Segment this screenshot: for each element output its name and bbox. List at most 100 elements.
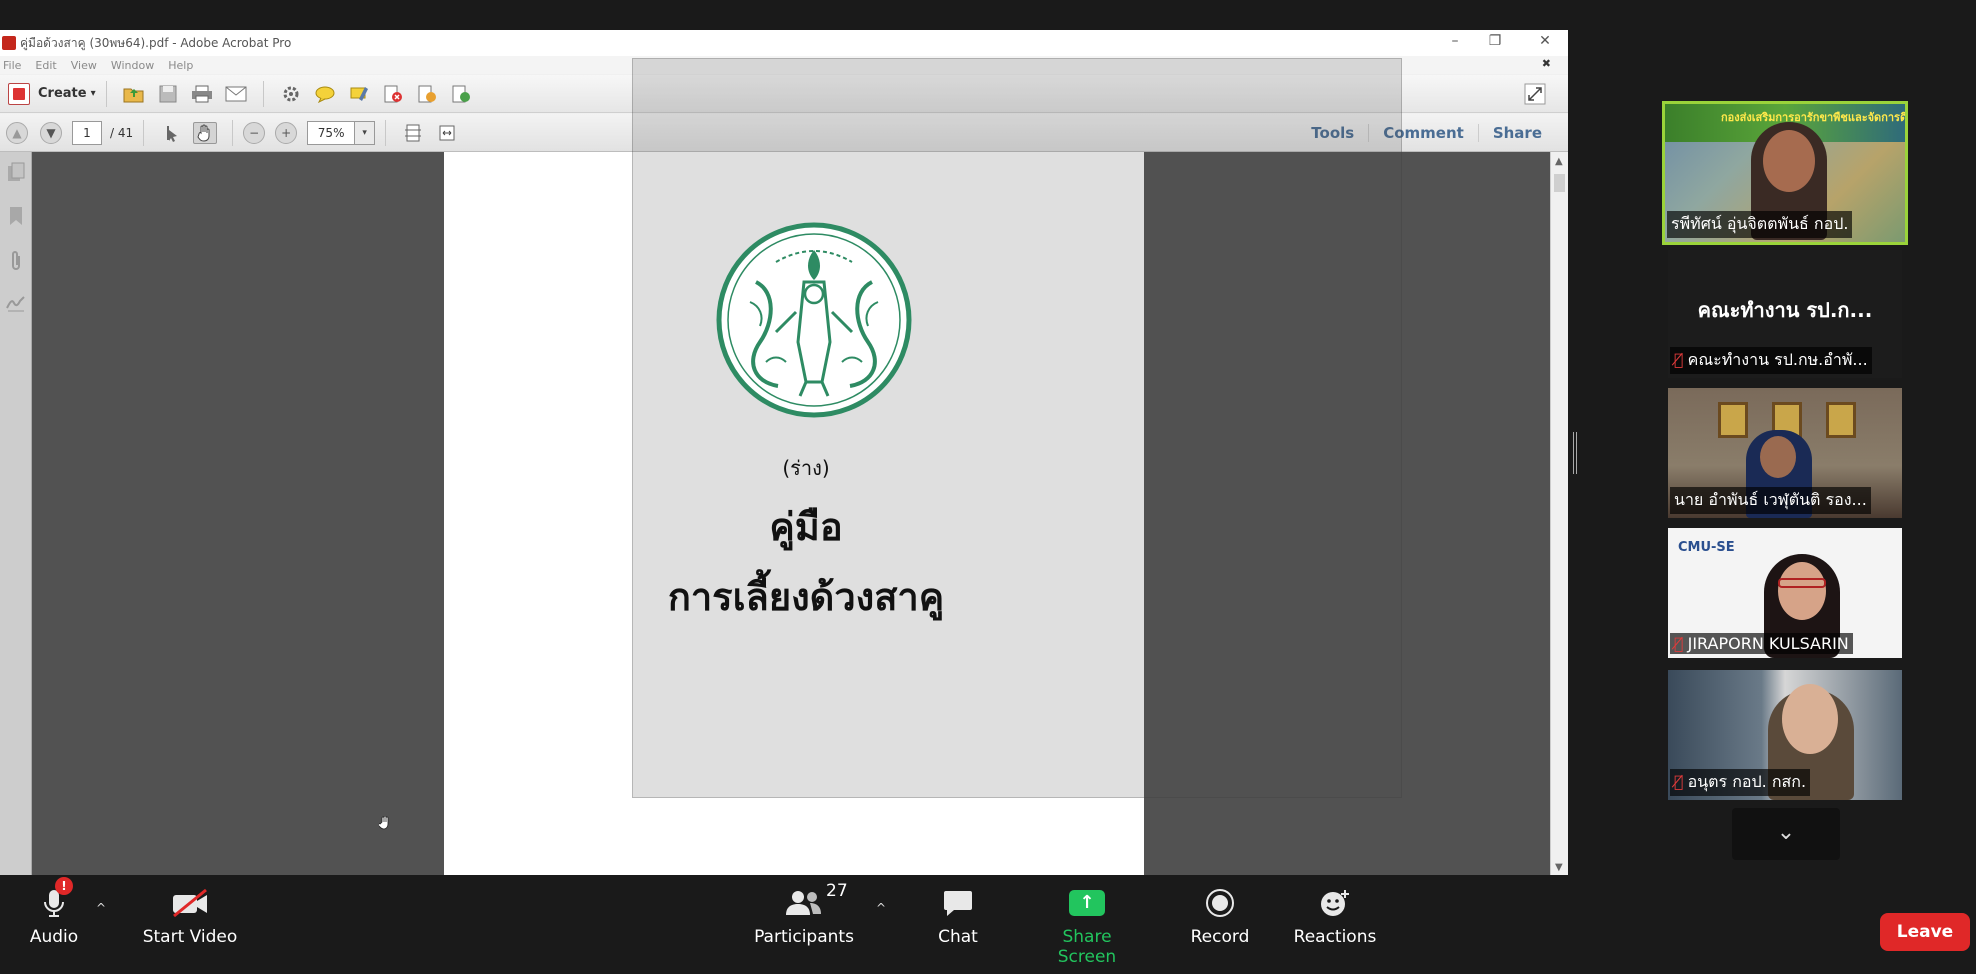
microphone-icon [18,881,90,925]
save-icon[interactable] [156,83,180,105]
record-circle-icon [1180,881,1260,925]
scroll-down-arrow-icon[interactable]: ▼ [1555,862,1563,873]
toolbar-divider [143,119,145,146]
share-screen-label: Share Screen [1057,927,1117,967]
document-scrollbar[interactable]: ▲ ▼ [1550,152,1568,875]
export-pages-icon[interactable] [449,83,473,105]
toolbar-divider [262,80,264,107]
print-icon[interactable] [190,83,214,105]
create-label: Create [38,86,87,101]
video-tile[interactable]: CMU-SE 🎙̸ JIRAPORN KULSARIN [1668,528,1902,658]
page-number-input[interactable]: 1 [72,120,102,145]
cmu-se-logo: CMU-SE [1678,540,1735,555]
chevron-down-icon: ▾ [90,88,96,99]
zoom-dropdown-chevron-icon[interactable]: ▾ [355,120,376,145]
menu-file[interactable]: File [3,59,21,72]
menu-help[interactable]: Help [168,59,193,72]
hand-tool-icon[interactable] [193,121,218,144]
participant-name: 🎙̸ คณะทำงาน รป.กษ.อำพั... [1670,347,1872,374]
highlight-icon[interactable] [347,83,371,105]
start-video-button[interactable]: Start Video [140,881,240,947]
muted-mic-icon: 🎙̸ [1674,350,1684,369]
reactions-button[interactable]: Reactions [1290,881,1380,947]
zoom-out-icon[interactable]: − [243,121,266,144]
share-pane-link[interactable]: Share [1477,124,1556,142]
video-tile[interactable]: คณะทำงาน รป.ก... 🎙̸ คณะทำงาน รป.กษ.อำพั..… [1668,250,1902,378]
select-text-cursor-icon[interactable] [159,122,183,144]
create-button[interactable]: Create ▾ [8,82,96,105]
settings-gear-icon[interactable] [279,83,303,105]
participant-face [1763,130,1815,192]
participant-face [1778,562,1826,620]
remove-pages-icon[interactable] [381,83,405,105]
video-off-icon [140,881,240,925]
gallery-scroll-down-chevron-icon[interactable]: ⌄ [1732,808,1840,860]
previous-page-icon[interactable]: ▲ [6,121,28,144]
participant-name: รพีทัศน์ อุ่นจิตตพันธ์ กอป. [1667,211,1853,238]
leave-meeting-button[interactable]: Leave [1880,913,1970,951]
close-document-icon[interactable]: ✖ [1542,57,1551,70]
toolbar-divider [105,80,107,107]
fit-width-icon[interactable] [435,122,459,144]
expand-fullscreen-icon[interactable] [1523,83,1547,105]
menu-edit[interactable]: Edit [35,59,56,72]
toolbar-divider [232,119,234,146]
share-screen-button[interactable]: ↑ Share Screen [1032,881,1142,967]
email-icon[interactable] [224,83,248,105]
record-label: Record [1190,927,1250,947]
participant-name-text: รพีทัศน์ อุ่นจิตตพันธ์ กอป. [1671,214,1849,233]
participant-name: นาย อำพันธ์ เวฬุตันติ รอง... [1670,487,1871,514]
audio-alert-badge: ! [55,877,73,895]
navigation-pane [0,152,32,875]
start-video-label: Start Video [142,927,238,947]
audio-options-chevron-icon[interactable]: ^ [96,901,106,915]
wall-portrait [1826,402,1856,438]
comment-bubble-icon[interactable] [313,83,337,105]
restore-button[interactable]: ❐ [1470,33,1520,49]
scroll-up-arrow-icon[interactable]: ▲ [1555,156,1563,167]
create-pdf-icon [8,82,30,105]
insert-pages-icon[interactable] [415,83,439,105]
document-draft-label: (ร่าง) [782,456,830,480]
zoom-level-input[interactable]: 75% [307,120,356,145]
participant-name: 🎙̸ JIRAPORN KULSARIN [1670,633,1853,654]
participant-face [1782,684,1838,754]
open-folder-icon[interactable] [122,83,146,105]
video-tile-active-speaker[interactable]: กองส่งเสริมการอารักขาพืชและจัดการดินปุ๋ย… [1662,101,1908,245]
signatures-icon[interactable] [5,294,26,316]
chat-button[interactable]: Chat [928,881,988,947]
participant-display-name: คณะทำงาน รป.ก... [1697,298,1873,322]
video-tile[interactable]: 🎙̸ อนุตร กอป. กสก. [1668,670,1902,800]
chat-bubble-icon [928,881,988,925]
reactions-label: Reactions [1293,927,1377,947]
zoom-in-icon[interactable]: + [275,121,298,144]
hand-cursor-icon [377,815,391,834]
menu-window[interactable]: Window [111,59,154,72]
layout-splitter-handle[interactable] [1573,432,1577,474]
muted-mic-icon: 🎙̸ [1674,634,1684,653]
attachments-paperclip-icon[interactable] [6,250,26,272]
record-button[interactable]: Record [1180,881,1260,947]
participant-name-text: อนุตร กอป. กสก. [1687,772,1807,791]
participant-name-text: JIRAPORN KULSARIN [1687,634,1849,653]
share-screen-arrow-icon: ↑ [1032,881,1142,925]
participant-glasses [1778,578,1826,588]
participants-options-chevron-icon[interactable]: ^ [876,901,886,915]
fit-page-icon[interactable] [401,122,425,144]
scrollbar-thumb[interactable] [1554,174,1565,192]
bookmarks-icon[interactable] [6,206,26,228]
menu-view[interactable]: View [71,59,97,72]
audio-button[interactable]: Audio [18,881,90,947]
department-seal-logo [716,222,912,418]
muted-mic-icon: 🎙̸ [1674,772,1684,791]
toolbar-divider [385,119,387,146]
page-thumbnails-icon[interactable] [6,162,26,184]
participant-name-text: คณะทำงาน รป.กษ.อำพั... [1687,350,1868,369]
participants-count: 27 [826,881,848,901]
participant-name-text: นาย อำพันธ์ เวฬุตันติ รอง... [1674,490,1867,509]
video-tile[interactable]: นาย อำพันธ์ เวฬุตันติ รอง... [1668,388,1902,518]
close-window-button[interactable]: ✕ [1520,33,1570,49]
participant-face [1760,436,1796,478]
page-total: / 41 [110,125,134,140]
next-page-icon[interactable]: ▼ [40,121,62,144]
